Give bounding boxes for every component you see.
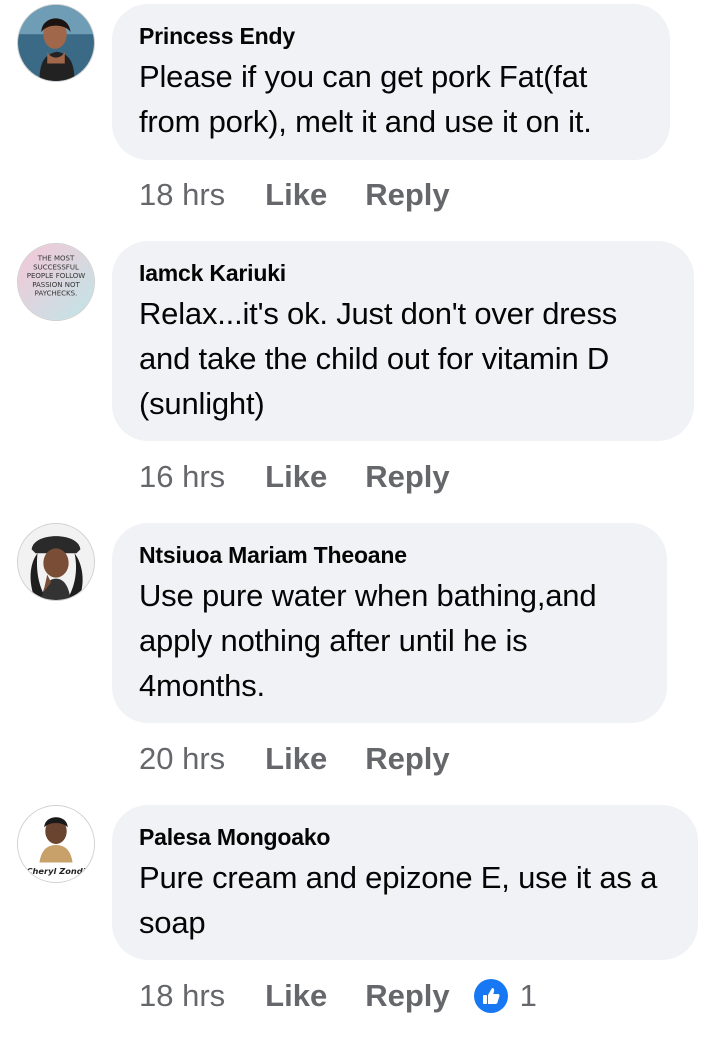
profile-photo-icon	[18, 524, 94, 600]
avatar[interactable]	[17, 4, 95, 82]
avatar[interactable]: THE MOST SUCCESSFUL PEOPLE FOLLOW PASSIO…	[17, 243, 95, 321]
comment-actions: 18 hrs Like Reply	[139, 175, 450, 215]
comment-actions: 16 hrs Like Reply	[139, 457, 450, 497]
reaction-count: 1	[519, 978, 537, 1013]
avatar-text: PASSION NOT	[32, 280, 80, 289]
comment-time[interactable]: 20 hrs	[139, 741, 225, 777]
avatar-text: THE MOST	[37, 254, 75, 263]
comment-text: Relax...it's ok. Just don't over dress a…	[139, 296, 618, 421]
thumbs-up-icon	[473, 979, 508, 1013]
comment-bubble: Palesa Mongoako Pure cream and epizone E…	[112, 805, 698, 960]
reply-button[interactable]: Reply	[365, 741, 449, 777]
like-button[interactable]: Like	[265, 177, 327, 213]
comment-actions: 18 hrs Like Reply 1	[139, 976, 537, 1016]
avatar-text: PEOPLE FOLLOW	[27, 271, 86, 280]
profile-photo-icon: Cheryl Zondi	[18, 806, 94, 882]
like-button[interactable]: Like	[265, 978, 327, 1014]
like-button[interactable]: Like	[265, 459, 327, 495]
comment-actions: 20 hrs Like Reply	[139, 739, 450, 779]
comment-text: Please if you can get pork Fat(fat from …	[139, 59, 592, 139]
avatar-text: SUCCESSFUL	[33, 262, 79, 271]
comment-author[interactable]: Ntsiuoa Mariam Theoane	[139, 541, 639, 569]
comment-author[interactable]: Iamck Kariuki	[139, 259, 666, 287]
comment-author[interactable]: Princess Endy	[139, 22, 642, 50]
comment-time[interactable]: 18 hrs	[139, 177, 225, 213]
comment-text: Use pure water when bathing,and apply no…	[139, 578, 597, 703]
comment-bubble: Ntsiuoa Mariam Theoane Use pure water wh…	[112, 523, 667, 723]
avatar[interactable]: Cheryl Zondi	[17, 805, 95, 883]
comment-author[interactable]: Palesa Mongoako	[139, 823, 670, 851]
avatar[interactable]	[17, 523, 95, 601]
profile-photo-icon	[18, 5, 94, 81]
reply-button[interactable]: Reply	[365, 459, 449, 495]
comment-text: Pure cream and epizone E, use it as a so…	[139, 860, 658, 940]
reply-button[interactable]: Reply	[365, 978, 449, 1014]
quote-image-icon: THE MOST SUCCESSFUL PEOPLE FOLLOW PASSIO…	[18, 244, 94, 320]
comment-time[interactable]: 18 hrs	[139, 978, 225, 1014]
avatar-text: Cheryl Zondi	[26, 866, 85, 876]
reaction-summary[interactable]: 1	[473, 978, 537, 1014]
reply-button[interactable]: Reply	[365, 177, 449, 213]
comment-time[interactable]: 16 hrs	[139, 459, 225, 495]
comment-bubble: Iamck Kariuki Relax...it's ok. Just don'…	[112, 241, 694, 441]
like-button[interactable]: Like	[265, 741, 327, 777]
avatar-text: PAYCHECKS.	[35, 289, 78, 298]
comment-bubble: Princess Endy Please if you can get pork…	[112, 4, 670, 160]
